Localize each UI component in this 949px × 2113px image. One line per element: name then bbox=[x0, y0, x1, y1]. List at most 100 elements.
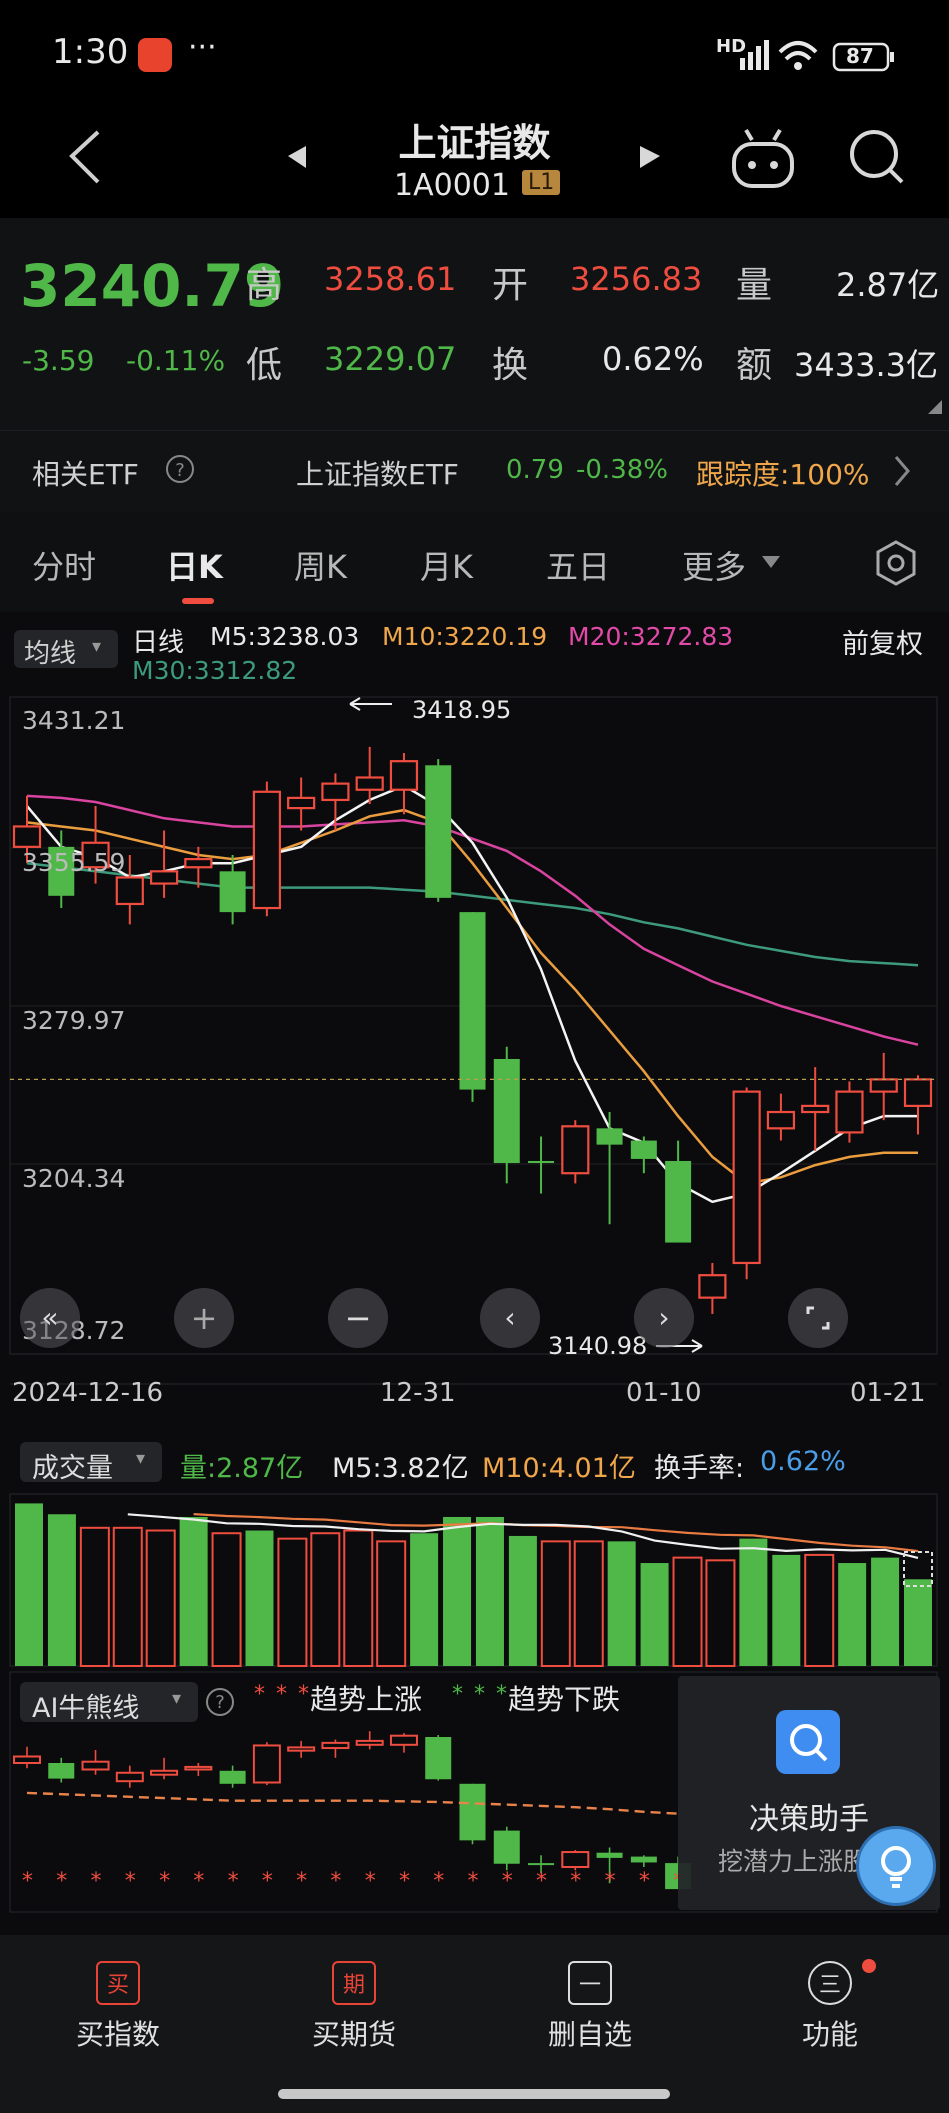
volume-dropdown[interactable]: 成交量 ▾ bbox=[20, 1442, 162, 1484]
ai-candle-body bbox=[321, 1741, 350, 1750]
volume-bar bbox=[15, 1503, 43, 1666]
uptrend-marker: * bbox=[330, 1869, 341, 1894]
candle-body bbox=[596, 1128, 623, 1145]
remove-watchlist-button[interactable]: 一 删自选 bbox=[490, 1961, 690, 2053]
price-tick: 3431.21 bbox=[22, 706, 126, 735]
tab-more[interactable]: 更多 bbox=[682, 542, 746, 588]
candle-body bbox=[528, 1160, 555, 1164]
ai-candle-body bbox=[287, 1746, 316, 1752]
buy-futures-label: 买期货 bbox=[311, 2018, 396, 2051]
ai-candle-body bbox=[219, 1770, 246, 1784]
page-title: 上证指数 bbox=[398, 121, 551, 165]
expand-corner-icon bbox=[928, 400, 942, 414]
max-price-annotation: 3418.95 bbox=[412, 696, 512, 724]
scroll-right-button[interactable]: › bbox=[634, 1288, 694, 1348]
volume-bar bbox=[277, 1537, 308, 1667]
candle-body bbox=[252, 790, 281, 910]
stock-code: 1A0001 bbox=[394, 168, 510, 203]
candle-body bbox=[425, 765, 452, 898]
ai-candle-body bbox=[425, 1737, 452, 1780]
help-icon[interactable]: ? bbox=[166, 455, 194, 483]
tab-intraday[interactable]: 分时 bbox=[32, 542, 96, 588]
uptrend-marker: * bbox=[639, 1869, 650, 1894]
volume-qty: 量:2.87亿 bbox=[180, 1453, 304, 1484]
ai-candle-body bbox=[355, 1739, 384, 1746]
notification-dot bbox=[862, 1959, 876, 1973]
remove-icon: 一 bbox=[568, 1961, 612, 2005]
etf-pct: -0.38% bbox=[576, 455, 668, 485]
tab-weekly-k[interactable]: 周K bbox=[294, 542, 347, 588]
low-value: 3229.07 bbox=[324, 340, 457, 378]
etf-price: 0.79 bbox=[506, 455, 564, 485]
more-dropdown-icon bbox=[762, 556, 780, 568]
volume-label: 量 bbox=[736, 265, 773, 306]
tab-daily-k[interactable]: 日K bbox=[166, 542, 223, 588]
candle-body bbox=[459, 912, 486, 1090]
turnover-label: 换 bbox=[492, 345, 529, 386]
menu-icon: 三 bbox=[808, 1961, 852, 2005]
volume-value: 2.87亿 bbox=[836, 266, 940, 304]
volume-bar bbox=[245, 1530, 274, 1666]
zoom-in-button[interactable]: + bbox=[174, 1288, 234, 1348]
volume-bar bbox=[179, 1516, 208, 1666]
volume-bar bbox=[508, 1535, 537, 1666]
lightbulb-icon[interactable] bbox=[856, 1826, 936, 1906]
volume-bar bbox=[145, 1529, 176, 1667]
remove-watchlist-label: 删自选 bbox=[547, 2018, 632, 2051]
volume-bar bbox=[739, 1538, 768, 1666]
ai-candle-body bbox=[528, 1863, 555, 1866]
uptrend-marker: * bbox=[536, 1869, 547, 1894]
price-tick: 3279.97 bbox=[22, 1006, 126, 1035]
candle-body bbox=[869, 1078, 898, 1093]
uptrend-marker: * bbox=[56, 1869, 67, 1894]
zoom-out-all-button[interactable]: « bbox=[20, 1288, 80, 1348]
functions-label: 功能 bbox=[801, 2018, 858, 2051]
fullscreen-icon[interactable] bbox=[788, 1288, 848, 1348]
uptrend-marker: * bbox=[365, 1869, 376, 1894]
uptrend-marker: * bbox=[228, 1869, 239, 1894]
period-tabs: 分时 日K 周K 月K 五日 更多 bbox=[0, 512, 949, 612]
tab-monthly-k[interactable]: 月K bbox=[420, 542, 473, 588]
uptrend-marker: * bbox=[570, 1869, 581, 1894]
volume-bar bbox=[871, 1557, 900, 1666]
candle-body bbox=[355, 776, 384, 791]
volume-bar bbox=[705, 1559, 736, 1667]
ai-dropdown-label: AI牛熊线 bbox=[32, 1693, 140, 1724]
app-notification-icon bbox=[138, 38, 172, 72]
low-label: 低 bbox=[246, 345, 283, 386]
arrow-icon bbox=[349, 697, 392, 711]
turnover-rate-label: 换手率: bbox=[654, 1453, 745, 1484]
tab-five-day[interactable]: 五日 bbox=[546, 542, 610, 588]
uptrend-marker: * bbox=[262, 1869, 273, 1894]
volume-m5: M5:3.82亿 bbox=[332, 1453, 469, 1484]
ai-candle-body bbox=[81, 1760, 110, 1771]
volume-bar bbox=[804, 1553, 835, 1667]
volume-bar bbox=[410, 1533, 439, 1666]
ai-bull-bear-dropdown[interactable]: AI牛熊线 ▾ bbox=[20, 1682, 198, 1724]
functions-button[interactable]: 三 功能 bbox=[730, 1961, 930, 2053]
chevron-down-icon: ▾ bbox=[172, 1688, 182, 1709]
volume-bar bbox=[573, 1540, 604, 1668]
active-tab-indicator bbox=[182, 598, 214, 604]
candle-body bbox=[801, 1104, 830, 1114]
uptrend-marker-icon: * * * bbox=[254, 1682, 311, 1707]
candle-body bbox=[665, 1160, 692, 1243]
help-icon[interactable]: ? bbox=[206, 1688, 234, 1716]
ai-candle-body bbox=[493, 1830, 520, 1864]
candle-body bbox=[835, 1090, 864, 1134]
buy-index-button[interactable]: 买 买指数 bbox=[18, 1961, 218, 2053]
volume-bar bbox=[838, 1563, 867, 1666]
status-time: 1:30 bbox=[52, 32, 129, 72]
settings-hex-icon[interactable] bbox=[876, 540, 916, 586]
uptrend-marker: * bbox=[296, 1869, 307, 1894]
uptrend-marker: * bbox=[22, 1869, 33, 1894]
date-tick: 01-21 bbox=[850, 1378, 926, 1408]
volume-bar bbox=[540, 1540, 571, 1668]
candle-body bbox=[630, 1140, 657, 1159]
candle-body bbox=[115, 876, 144, 906]
related-etf-bar[interactable]: 相关ETF ? 上证指数ETF 0.79 -0.38% 跟踪度:100% bbox=[0, 430, 949, 513]
scroll-left-button[interactable]: ‹ bbox=[480, 1288, 540, 1348]
buy-futures-button[interactable]: 期 买期货 bbox=[254, 1961, 454, 2053]
ai-candle-body bbox=[561, 1851, 590, 1869]
zoom-minus-button[interactable]: − bbox=[328, 1288, 388, 1348]
